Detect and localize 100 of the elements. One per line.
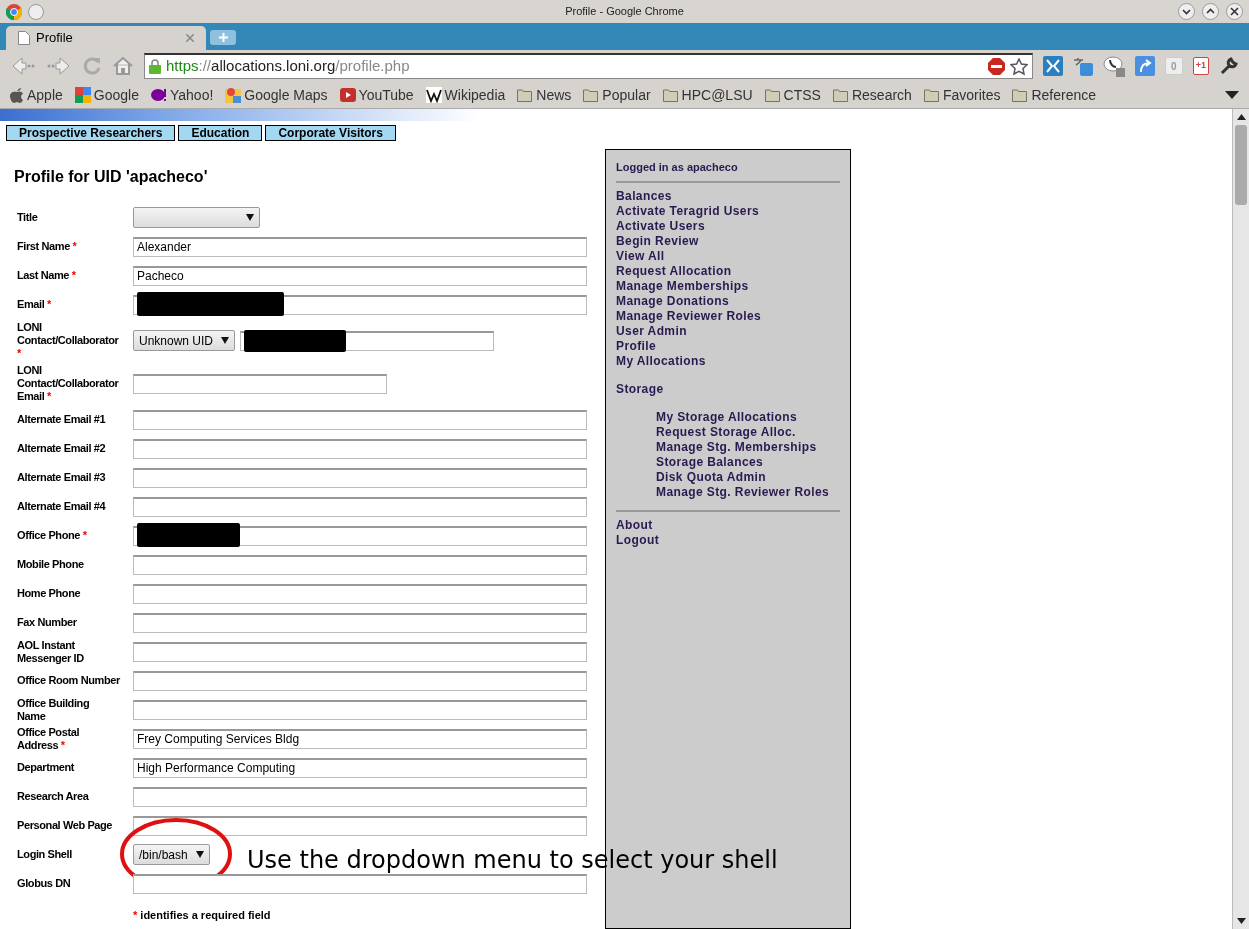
sidebar-link[interactable]: Balances	[616, 189, 840, 204]
sidebar-link[interactable]: Manage Stg. Reviewer Roles	[656, 485, 840, 500]
nav-link[interactable]: Corporate Visitors	[265, 125, 396, 141]
bookmark[interactable]: Popular	[583, 84, 651, 106]
bookmark[interactable]: YouTube	[339, 84, 414, 106]
sidebar-link[interactable]: Activate Teragrid Users	[616, 204, 840, 219]
text-field[interactable]: Alexander	[133, 236, 587, 257]
dropdown[interactable]: /bin/bash	[133, 844, 210, 865]
text-field[interactable]	[133, 554, 587, 575]
window-menu-icon[interactable]	[28, 3, 44, 20]
sidebar-link[interactable]: View All	[616, 249, 840, 264]
bookmark[interactable]: CTSS	[764, 84, 821, 106]
text-field[interactable]	[133, 525, 587, 546]
bookmark[interactable]: Favorites	[923, 84, 1001, 106]
folder-icon	[923, 88, 940, 102]
sidebar-link[interactable]: About	[616, 518, 840, 533]
chevron-up-icon	[1206, 7, 1215, 16]
text-field[interactable]	[133, 467, 587, 488]
bookmark[interactable]: Wikipedia	[425, 84, 506, 106]
text-field[interactable]: Frey Computing Services Bldg	[133, 728, 587, 749]
text-field[interactable]	[133, 496, 587, 517]
bookmark[interactable]: Yahoo!	[150, 84, 214, 106]
forward-icon[interactable]	[46, 55, 72, 77]
sidebar-link[interactable]: Storage Balances	[656, 455, 840, 470]
sidebar-link[interactable]: Manage Stg. Memberships	[656, 440, 840, 455]
field-label: LONI Contact/Collaborator *	[16, 321, 120, 360]
field-label: Research Area	[16, 790, 90, 803]
back-icon[interactable]	[10, 55, 36, 77]
sidebar-link[interactable]: My Storage Allocations	[656, 410, 840, 425]
scrollbar-thumb[interactable]	[1235, 125, 1247, 205]
plus-one-button[interactable]: +1	[1192, 57, 1209, 75]
sidebar-link[interactable]: Request Allocation	[616, 264, 840, 279]
lock-icon	[149, 59, 161, 74]
bookmark[interactable]: Research	[832, 84, 912, 106]
sidebar-link[interactable]: Activate Users	[616, 219, 840, 234]
scrollbar[interactable]	[1232, 109, 1249, 929]
minimize-button[interactable]	[1178, 3, 1195, 20]
sidebar-link[interactable]: User Admin	[616, 324, 840, 339]
field-label: Alternate Email #4	[16, 500, 107, 513]
chevron-down-icon[interactable]	[1225, 91, 1239, 99]
sidebar-link[interactable]: Storage	[616, 382, 840, 397]
caret-icon	[221, 337, 230, 344]
field-label: Login Shell	[16, 848, 73, 861]
sidebar-link[interactable]: Begin Review	[616, 234, 840, 249]
close-icon[interactable]	[186, 34, 194, 42]
bookmark[interactable]: News	[517, 84, 572, 106]
field-label: Alternate Email #2	[16, 442, 107, 455]
text-field[interactable]	[133, 670, 587, 691]
text-field[interactable]	[133, 373, 387, 394]
sidebar-link[interactable]: Profile	[616, 339, 840, 354]
chevron-down-icon	[1182, 7, 1191, 16]
text-field[interactable]	[133, 786, 587, 807]
maximize-button[interactable]	[1202, 3, 1219, 20]
field-label: Alternate Email #1	[16, 413, 107, 426]
text-field[interactable]	[133, 815, 587, 836]
split-icon[interactable]	[1042, 56, 1063, 76]
text-field[interactable]	[133, 294, 587, 315]
close-button[interactable]	[1226, 3, 1243, 20]
text-field[interactable]	[133, 583, 587, 604]
field-label: Email *	[16, 298, 52, 311]
text-field[interactable]	[133, 409, 587, 430]
sidebar-link[interactable]: Request Storage Alloc.	[656, 425, 840, 440]
text-field[interactable]	[133, 641, 587, 662]
bookmark[interactable]: HPC@LSU	[662, 84, 753, 106]
sidebar-link[interactable]: Disk Quota Admin	[656, 470, 840, 485]
bookmark[interactable]: Reference	[1012, 84, 1097, 106]
wrench-icon[interactable]	[1219, 56, 1239, 76]
field-label: Department	[16, 761, 76, 774]
field-label: Fax Number	[16, 616, 78, 629]
bookmark[interactable]: Google	[74, 84, 139, 106]
text-field[interactable]	[240, 330, 495, 351]
dropdown[interactable]	[133, 207, 260, 228]
sidebar-link[interactable]: Logout	[616, 533, 840, 548]
sidebar-link[interactable]: Manage Reviewer Roles	[616, 309, 840, 324]
text-field[interactable]: Pacheco	[133, 265, 587, 286]
reload-icon[interactable]	[82, 56, 102, 76]
dropdown[interactable]: Unknown UID	[133, 330, 236, 351]
nav-link[interactable]: Education	[178, 125, 263, 141]
browser-tab[interactable]: Profile	[6, 26, 206, 50]
text-field[interactable]	[133, 873, 587, 894]
nav-link[interactable]: Prospective Researchers	[6, 125, 176, 141]
sidebar-link[interactable]: My Allocations	[616, 354, 840, 369]
stop-sign-icon[interactable]	[987, 58, 1005, 75]
text-field[interactable]: High Performance Computing	[133, 757, 587, 778]
new-tab-button[interactable]	[210, 30, 236, 45]
arrow-up-icon[interactable]	[1236, 114, 1246, 120]
share-icon[interactable]	[1134, 56, 1155, 76]
bookmark[interactable]: Apple	[10, 84, 63, 106]
sidebar-link[interactable]: Manage Memberships	[616, 279, 840, 294]
bookmark[interactable]: Google Maps	[225, 84, 328, 106]
home-icon[interactable]	[112, 56, 134, 76]
text-field[interactable]	[133, 438, 587, 459]
phone-bubble-icon[interactable]	[1102, 55, 1125, 77]
arrow-down-icon[interactable]	[1236, 918, 1246, 924]
star-icon[interactable]	[1009, 57, 1028, 76]
address-bar[interactable]: https://allocations.loni.org/profile.php	[144, 53, 1033, 79]
field-label: Globus DN	[16, 877, 72, 890]
text-field[interactable]	[133, 612, 587, 633]
sidebar-link[interactable]: Manage Donations	[616, 294, 840, 309]
text-field[interactable]	[133, 699, 587, 720]
